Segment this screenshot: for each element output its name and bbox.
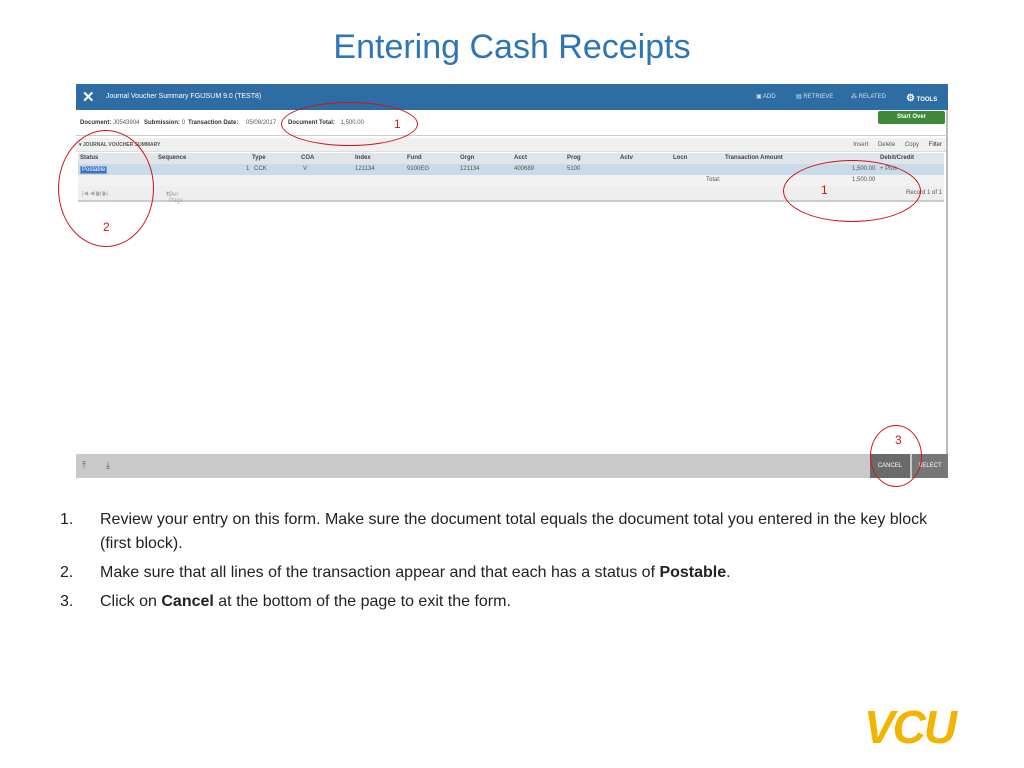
annotation-label: 1: [394, 117, 401, 131]
section-header: ▾ JOURNAL VOUCHER SUMMARY Insert Delete …: [76, 138, 946, 152]
bottom-bar: ⤒ ⤓ CANCEL SELECT: [76, 454, 948, 478]
retrieve-button[interactable]: ▤ RETRIEVE: [796, 93, 833, 100]
annotation-ellipse: [783, 160, 921, 222]
per-page-select[interactable]: 10 ▾ Per Page: [166, 190, 183, 204]
first-record-icon[interactable]: ⤒: [82, 460, 86, 471]
insert-button[interactable]: Insert: [853, 142, 868, 148]
start-over-button[interactable]: Start Over: [878, 111, 945, 124]
tools-button[interactable]: ⚙ TOOLS: [906, 93, 937, 104]
related-button[interactable]: ⁂ RELATED: [851, 93, 886, 100]
copy-button[interactable]: Copy: [905, 142, 919, 148]
close-icon[interactable]: ✕: [82, 88, 95, 106]
title-bar: ✕ Journal Voucher Summary FGIJSUM 9.0 (T…: [76, 84, 948, 110]
delete-button[interactable]: Delete: [878, 142, 895, 148]
key-block: Document: J0543904 Submission: 0 Transac…: [76, 110, 948, 136]
instructions: 1. Review your entry on this form. Make s…: [60, 508, 960, 619]
gear-icon: ⚙: [906, 93, 915, 104]
filter-button[interactable]: Filter: [929, 142, 942, 148]
annotation-label: 1: [821, 183, 828, 197]
annotation-label: 2: [103, 220, 110, 234]
slide-title: Entering Cash Receipts: [333, 28, 691, 66]
table-header: Status Sequence Type COA Index Fund Orgn Acct Pr…: [78, 153, 944, 164]
annotation-label: 3: [895, 433, 902, 447]
instruction-item: 3. Click on Cancel at the bottom of the p…: [60, 593, 511, 610]
add-button[interactable]: ▣ ADD: [756, 93, 776, 100]
last-record-icon[interactable]: ⤓: [106, 460, 110, 471]
vcu-logo: VCU: [864, 701, 957, 753]
instruction-item: 1. Review your entry on this form. Make s…: [60, 511, 928, 552]
app-screenshot: ✕ Journal Voucher Summary FGIJSUM 9.0 (T…: [76, 84, 948, 478]
instruction-item: 2. Make sure that all lines of the transa…: [60, 564, 731, 581]
form-title: Journal Voucher Summary FGIJSUM 9.0 (TES…: [106, 93, 262, 100]
